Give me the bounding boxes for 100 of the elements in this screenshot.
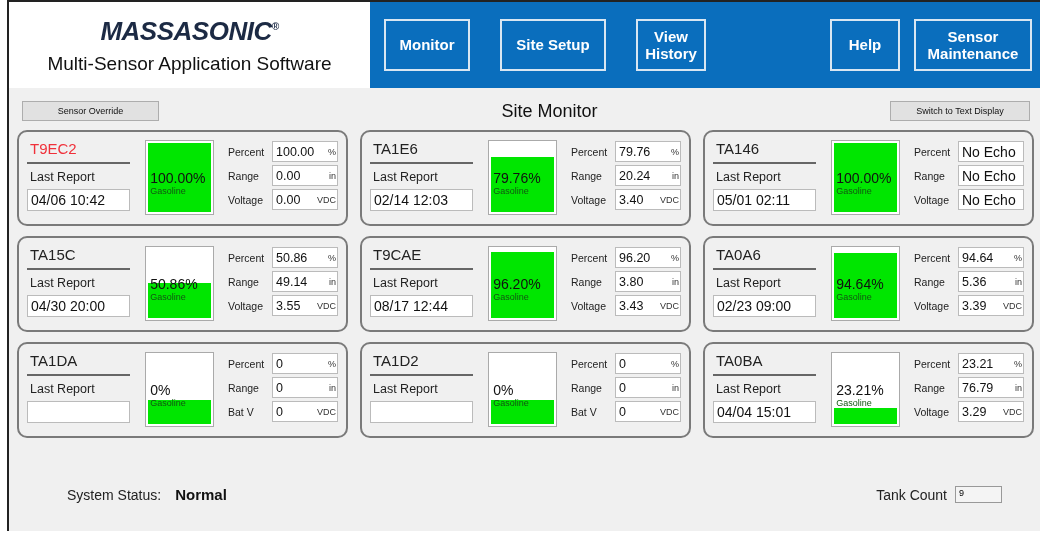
reading-field: 20.24 in [615, 165, 681, 186]
last-report-field: 05/01 02:11 [713, 189, 817, 211]
reading-label: Range [571, 275, 603, 288]
reading-field: No Echo [958, 189, 1024, 210]
reading-label: Percent [571, 357, 609, 370]
tank-name: TA0A6 [713, 245, 817, 270]
tank-name: TA146 [713, 139, 817, 164]
reading-label: Percent [228, 357, 266, 370]
reading-label: Voltage [914, 299, 951, 312]
gauge-percent: 100.00% [836, 170, 892, 186]
tank-name: T9EC2 [27, 139, 131, 164]
product-label: Gasoline [836, 186, 872, 196]
reading-field: 50.86 % [272, 247, 338, 268]
reading-label: Bat V [228, 405, 255, 418]
reading-field: 0.00 VDC [272, 189, 338, 210]
reading-label: Percent [914, 251, 952, 264]
reading-label: Percent [914, 357, 952, 370]
nav-button[interactable]: View History [636, 19, 706, 71]
tank-name: TA1E6 [370, 139, 474, 164]
last-report-label: Last Report [30, 276, 96, 291]
text-display-button[interactable]: Switch to Text Display [890, 101, 1030, 121]
last-report-field: 02/14 12:03 [370, 189, 474, 211]
last-report-field: 04/30 20:00 [27, 295, 131, 317]
reading-field: 3.43 VDC [615, 295, 681, 316]
reading-label: Voltage [571, 193, 608, 206]
sensor-override-button[interactable]: Sensor Override [22, 101, 159, 121]
reading-label: Voltage [228, 193, 265, 206]
status-value: Normal [175, 486, 227, 503]
nav-button[interactable]: Help [830, 19, 900, 71]
last-report-label: Last Report [716, 170, 782, 185]
reading-field: No Echo [958, 165, 1024, 186]
product-label: Gasoline [493, 292, 529, 302]
gauge-percent: 23.21% [836, 382, 884, 398]
reading-field: 0 in [615, 377, 681, 398]
reading-field: 5.36 in [958, 271, 1024, 292]
nav-button[interactable]: Sensor Maintenance [914, 19, 1032, 71]
tank-count-label: Tank Count [876, 486, 947, 503]
reading-label: Percent [228, 251, 266, 264]
reading-label: Range [228, 275, 260, 288]
gauge-percent: 96.20% [493, 276, 541, 292]
reading-label: Range [571, 381, 603, 394]
last-report-field: 08/17 12:44 [370, 295, 474, 317]
reading-field: 0 VDC [615, 401, 681, 422]
reading-field: 0 % [615, 353, 681, 374]
reading-label: Range [571, 169, 603, 182]
reading-label: Range [228, 381, 260, 394]
gauge-percent: 100.00% [150, 170, 206, 186]
app-subtitle: Multi-Sensor Application Software [47, 52, 332, 75]
product-label: Gasoline [836, 292, 872, 302]
product-label: Gasoline [150, 186, 186, 196]
last-report-label: Last Report [373, 382, 439, 397]
reading-field: 3.55 VDC [272, 295, 338, 316]
tank-name: TA15C [27, 245, 131, 270]
reading-label: Percent [228, 145, 266, 158]
gauge-percent: 79.76% [493, 170, 541, 186]
reading-field: 23.21 % [958, 353, 1024, 374]
reading-field: 49.14 in [272, 271, 338, 292]
reading-field: 76.79 in [958, 377, 1024, 398]
reading-field: 0 % [272, 353, 338, 374]
tank-name: TA1D2 [370, 351, 474, 376]
last-report-label: Last Report [30, 382, 96, 397]
reading-label: Range [914, 381, 946, 394]
reading-label: Bat V [571, 405, 598, 418]
reading-field: 100.00 % [272, 141, 338, 162]
reading-field: No Echo [958, 141, 1024, 162]
page-title: Site Monitor [501, 100, 598, 122]
reading-label: Percent [571, 145, 609, 158]
last-report-label: Last Report [716, 276, 782, 291]
reading-label: Voltage [228, 299, 265, 312]
reading-field: 3.29 VDC [958, 401, 1024, 422]
reading-field: 3.39 VDC [958, 295, 1024, 316]
nav-button[interactable]: Site Setup [500, 19, 606, 71]
product-label: Gasoline [150, 398, 186, 408]
last-report-label: Last Report [30, 170, 96, 185]
gauge-percent: 0% [150, 382, 171, 398]
reading-label: Percent [914, 145, 952, 158]
reading-field: 79.76 % [615, 141, 681, 162]
reading-field: 0 VDC [272, 401, 338, 422]
last-report-field: 04/04 15:01 [713, 401, 817, 423]
reading-field: 3.80 in [615, 271, 681, 292]
product-label: Gasoline [493, 398, 529, 408]
reading-label: Voltage [914, 405, 951, 418]
reading-field: 0.00 in [272, 165, 338, 186]
reading-label: Range [914, 169, 946, 182]
logo: MASSASONIC$^{®}$ [100, 15, 279, 47]
product-label: Gasoline [150, 292, 186, 302]
last-report-label: Last Report [373, 276, 439, 291]
gauge-percent: 0% [493, 382, 514, 398]
reading-field: 94.64 % [958, 247, 1024, 268]
product-label: Gasoline [836, 398, 872, 408]
product-label: Gasoline [493, 186, 529, 196]
tank-name: T9CAE [370, 245, 474, 270]
reading-field: 0 in [272, 377, 338, 398]
tank-name: TA0BA [713, 351, 817, 376]
reading-label: Range [914, 275, 946, 288]
reading-label: Range [228, 169, 260, 182]
reading-label: Voltage [571, 299, 608, 312]
status-label: System Status: [67, 486, 162, 503]
reading-field: 96.20 % [615, 247, 681, 268]
nav-button[interactable]: Monitor [384, 19, 470, 71]
